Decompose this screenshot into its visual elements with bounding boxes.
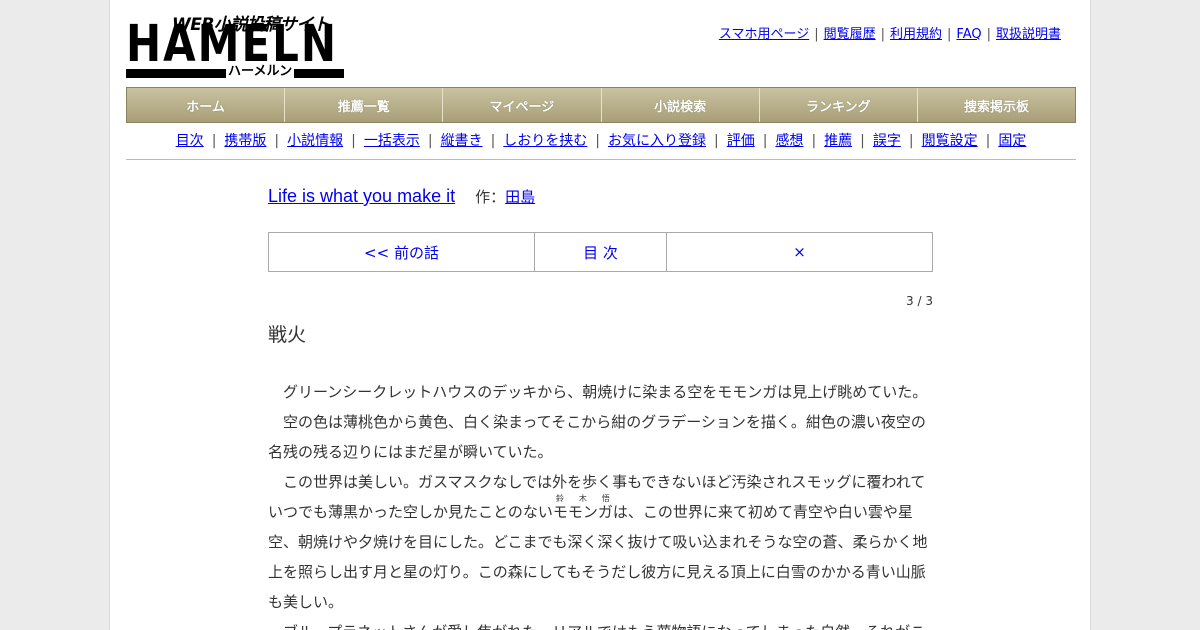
nav-search-board[interactable]: 捜索掲示板 xyxy=(918,88,1075,122)
site-logo[interactable]: WEB小説投稿サイト HAMELN ハーメルン xyxy=(126,10,346,80)
faq-link[interactable]: FAQ xyxy=(956,27,981,42)
page-counter: 3 / 3 xyxy=(906,294,933,308)
author-link[interactable]: 田島 xyxy=(505,189,535,206)
chapter-nav: << 前の話 目 次 × xyxy=(268,232,933,272)
nav-ranking[interactable]: ランキング xyxy=(760,88,918,122)
smartphone-page-link[interactable]: スマホ用ページ xyxy=(719,27,809,42)
subnav-typo[interactable]: 誤字 xyxy=(873,133,901,149)
story-title-link[interactable]: Life is what you make it xyxy=(268,186,455,206)
subnav-novel-info[interactable]: 小説情報 xyxy=(287,133,343,149)
paragraph: この世界は美しい。ガスマスクなしでは外を歩く事もできないほど汚染されスモッグに覆… xyxy=(268,467,930,617)
history-link[interactable]: 閲覧履歴 xyxy=(824,27,876,42)
subnav-pin[interactable]: 固定 xyxy=(998,133,1026,149)
subnav-review[interactable]: 感想 xyxy=(775,133,803,149)
manual-link[interactable]: 取扱説明書 xyxy=(996,27,1061,42)
author-prefix: 作： xyxy=(475,189,506,206)
nav-novel-search[interactable]: 小説検索 xyxy=(602,88,760,122)
paragraph: グリーンシークレットハウスのデッキから、朝焼けに染まる空をモモンガは見上げ眺めて… xyxy=(283,383,928,401)
nav-my-page[interactable]: マイページ xyxy=(443,88,602,122)
next-chapter-link[interactable]: × xyxy=(667,233,932,271)
chapter-title: 戦火 xyxy=(268,324,307,346)
novel-sub-nav: 目次 | 携帯版 | 小説情報 | 一括表示 | 縦書き | しおりを挟む | お気に入り登録 | 評価 | 感… xyxy=(126,130,1076,160)
subnav-bookmark[interactable]: しおりを挟む xyxy=(503,133,587,149)
subnav-view-settings[interactable]: 閲覧設定 xyxy=(922,133,978,149)
subnav-show-all[interactable]: 一括表示 xyxy=(364,133,420,149)
page-container: WEB小説投稿サイト HAMELN ハーメルン スマホ用ページ | 閲覧履歴 | 利用規… xyxy=(109,0,1091,630)
paragraph: 空の色は薄桃色から黄色、白く染まってそこから紺のグラデーションを描く。紺色の濃い… xyxy=(268,413,926,461)
terms-link[interactable]: 利用規約 xyxy=(890,27,942,42)
subnav-recommend[interactable]: 推薦 xyxy=(824,133,852,149)
main-nav: ホーム 推薦一覧 マイページ 小説検索 ランキング 捜索掲示板 xyxy=(126,87,1076,123)
prev-chapter-link[interactable]: << 前の話 xyxy=(269,233,535,271)
nav-recommendations[interactable]: 推薦一覧 xyxy=(285,88,444,122)
paragraph: ブループラネットさんが愛し焦がれた、リアルではもう夢物語になってしまった自然。そ… xyxy=(268,617,930,630)
novel-body: グリーンシークレットハウスのデッキから、朝焼けに染まる空をモモンガは見上げ眺めて… xyxy=(268,377,930,630)
subnav-rate[interactable]: 評価 xyxy=(727,133,755,149)
toc-link[interactable]: 目 次 xyxy=(535,233,667,271)
nav-home[interactable]: ホーム xyxy=(127,88,286,122)
story-header: Life is what you make it 作：田島 xyxy=(268,186,535,207)
subnav-toc[interactable]: 目次 xyxy=(176,133,204,149)
subnav-mobile[interactable]: 携帯版 xyxy=(224,133,266,149)
logo-kana: ハーメルン xyxy=(226,64,295,80)
subnav-vertical[interactable]: 縦書き xyxy=(441,133,483,149)
ruby-annotation: モモンガ鈴 木 悟 xyxy=(552,494,613,521)
subnav-favorite[interactable]: お気に入り登録 xyxy=(608,133,706,149)
header-links: スマホ用ページ | 閲覧履歴 | 利用規約 | FAQ | 取扱説明書 xyxy=(718,27,1061,42)
